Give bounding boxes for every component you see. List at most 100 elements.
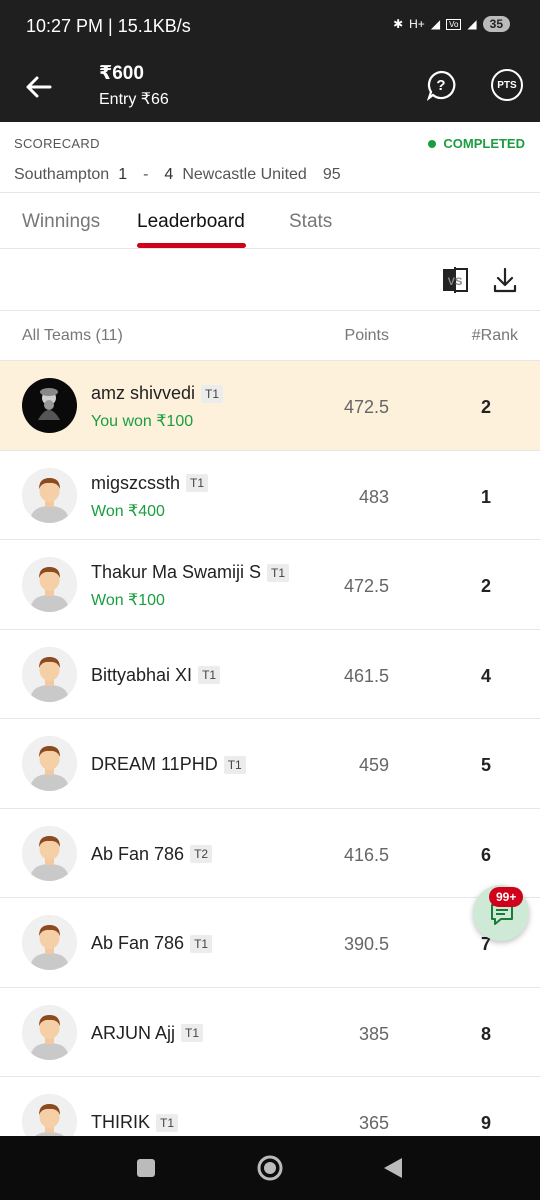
status-dot-icon [428,139,437,148]
team-name-text: Ab Fan 786 [91,933,185,953]
leaderboard-row[interactable]: migszcssth T1 Won ₹400 483 1 [0,450,540,540]
recents-icon[interactable] [136,1158,156,1178]
back-arrow-icon[interactable] [22,70,56,104]
network-type-label: H+ [409,17,425,31]
leaderboard-row[interactable]: Bittyabhai XI T1 461.5 4 [0,629,540,719]
match-status-text: COMPLETED [443,136,525,151]
column-points: Points [344,327,389,344]
team-rank: 8 [480,1023,491,1044]
team-tag: T2 [190,845,213,863]
team-rank: 6 [480,844,491,865]
match-status: COMPLETED [428,136,525,151]
leaderboard-row[interactable]: Ab Fan 786 T1 390.5 7 [0,898,540,988]
download-icon[interactable] [492,267,518,293]
team-points: 416.5 [343,844,389,865]
team-name-text: ARJUN Ajj [91,1022,176,1043]
leaderboard-list[interactable]: amz shivvedi T1 You won ₹100 472.5 2 mig… [0,361,540,1136]
scorecard-label: SCORECARD [14,136,100,151]
team-rank: 2 [480,576,491,596]
pts-label: PTS [497,79,517,91]
team-points: 385 [358,1023,389,1044]
leaderboard-row[interactable]: ARJUN Ajj T1 385 8 [0,987,540,1077]
tab-bar: Winnings Leaderboard Stats [0,193,540,249]
team-tag: T1 [190,934,213,953]
team-rank: 4 [480,665,491,686]
tab-stats[interactable]: Stats [289,211,332,233]
column-rank: #Rank [471,327,518,344]
team-name-text: Bittyabhai XI [91,664,193,685]
default-avatar-icon [22,736,77,791]
points-system-button[interactable]: PTS [491,69,523,101]
leaderboard-row[interactable]: Ab Fan 786 T2 416.5 6 [0,808,540,898]
default-avatar-icon [22,825,77,881]
signal-icon-2: ◢ [467,17,477,31]
winning-amount: You won ₹100 [91,413,194,430]
team-points: 459 [358,755,389,775]
avatar [22,1004,77,1060]
chat-button[interactable]: 99+ [473,885,529,941]
team-points: 461.5 [343,665,389,686]
compare-icon-text: VS [448,276,463,288]
team-rank: 9 [480,1113,491,1133]
team-name: Bittyabhai XI T1 [91,664,221,686]
avatar [22,1094,77,1136]
team-points: 483 [358,486,389,507]
column-all-teams: All Teams (11) [22,327,123,344]
team-tag: T1 [201,384,224,403]
app-bar: ₹600 Entry ₹66 ? PTS [0,52,540,122]
leaderboard-row-own[interactable]: amz shivvedi T1 You won ₹100 472.5 2 [0,361,540,451]
team1-score: 1 [118,166,128,183]
team1-name: Southampton [14,166,110,183]
match-score: Southampton 1 - 4 Newcastle United 95 [14,166,341,184]
team-name-text: DREAM 11PHD [91,754,218,774]
scorecard[interactable]: SCORECARD COMPLETED Southampton 1 - 4 Ne… [0,122,540,193]
leaderboard-row[interactable]: THIRIK T1 365 9 [0,1077,540,1136]
leaderboard-column-headers: All Teams (11) Points #Rank [0,311,540,361]
compare-teams-icon[interactable]: VS [442,267,468,293]
bluetooth-icon: ✱ [393,17,404,31]
default-avatar-icon [22,1094,77,1136]
leaderboard-row[interactable]: Thakur Ma Swamiji S T1 Won ₹100 472.5 2 [0,540,540,630]
system-icons: ✱ H+ ◢ Vo ◢ 35 [393,16,510,32]
team-name: DREAM 11PHD T1 [91,754,246,775]
help-icon[interactable]: ? [425,69,457,101]
team-rank: 2 [480,397,491,417]
team-tag: T1 [156,1113,179,1132]
team-name: amz shivvedi T1 [91,383,224,404]
team-points: 365 [358,1113,389,1133]
avatar [22,736,77,791]
team2-name: Newcastle United [182,166,307,183]
chat-unread-badge: 99+ [489,887,524,907]
back-nav-icon[interactable] [382,1157,404,1179]
tab-leaderboard[interactable]: Leaderboard [137,211,245,233]
team-name: Ab Fan 786 T2 [91,843,213,865]
home-icon[interactable] [257,1155,283,1181]
signal-icon: ◢ [430,17,441,31]
status-time: 10:27 PM | 15.1KB/s [26,16,191,36]
system-nav-bar [0,1136,540,1200]
team-rank: 1 [480,486,491,507]
match-time: 95 [322,166,341,183]
battery-indicator: 35 [482,16,510,32]
team-tag: T1 [186,474,209,492]
team-name: THIRIK T1 [91,1112,179,1133]
team-name: ARJUN Ajj T1 [91,1022,204,1044]
avatar [22,915,77,970]
volte-icon: Vo [446,18,462,30]
default-avatar-icon [22,467,77,523]
tab-winnings[interactable]: Winnings [22,211,100,233]
avatar [22,378,77,433]
svg-text:?: ? [436,77,445,94]
team-name-text: THIRIK [91,1112,151,1132]
default-avatar-icon [22,915,77,970]
leaderboard-row[interactable]: DREAM 11PHD T1 459 5 [0,719,540,809]
active-tab-indicator [137,243,246,248]
team-name-text: Ab Fan 786 [91,843,185,864]
leaderboard-toolbar: VS [0,249,540,311]
team-tag: T1 [198,666,221,684]
winning-amount: Won ₹400 [91,502,165,520]
team-tag: T1 [181,1024,204,1042]
team-points: 472.5 [343,397,389,417]
team-name: migszcssth T1 [91,473,209,494]
team2-score: 4 [164,166,174,183]
